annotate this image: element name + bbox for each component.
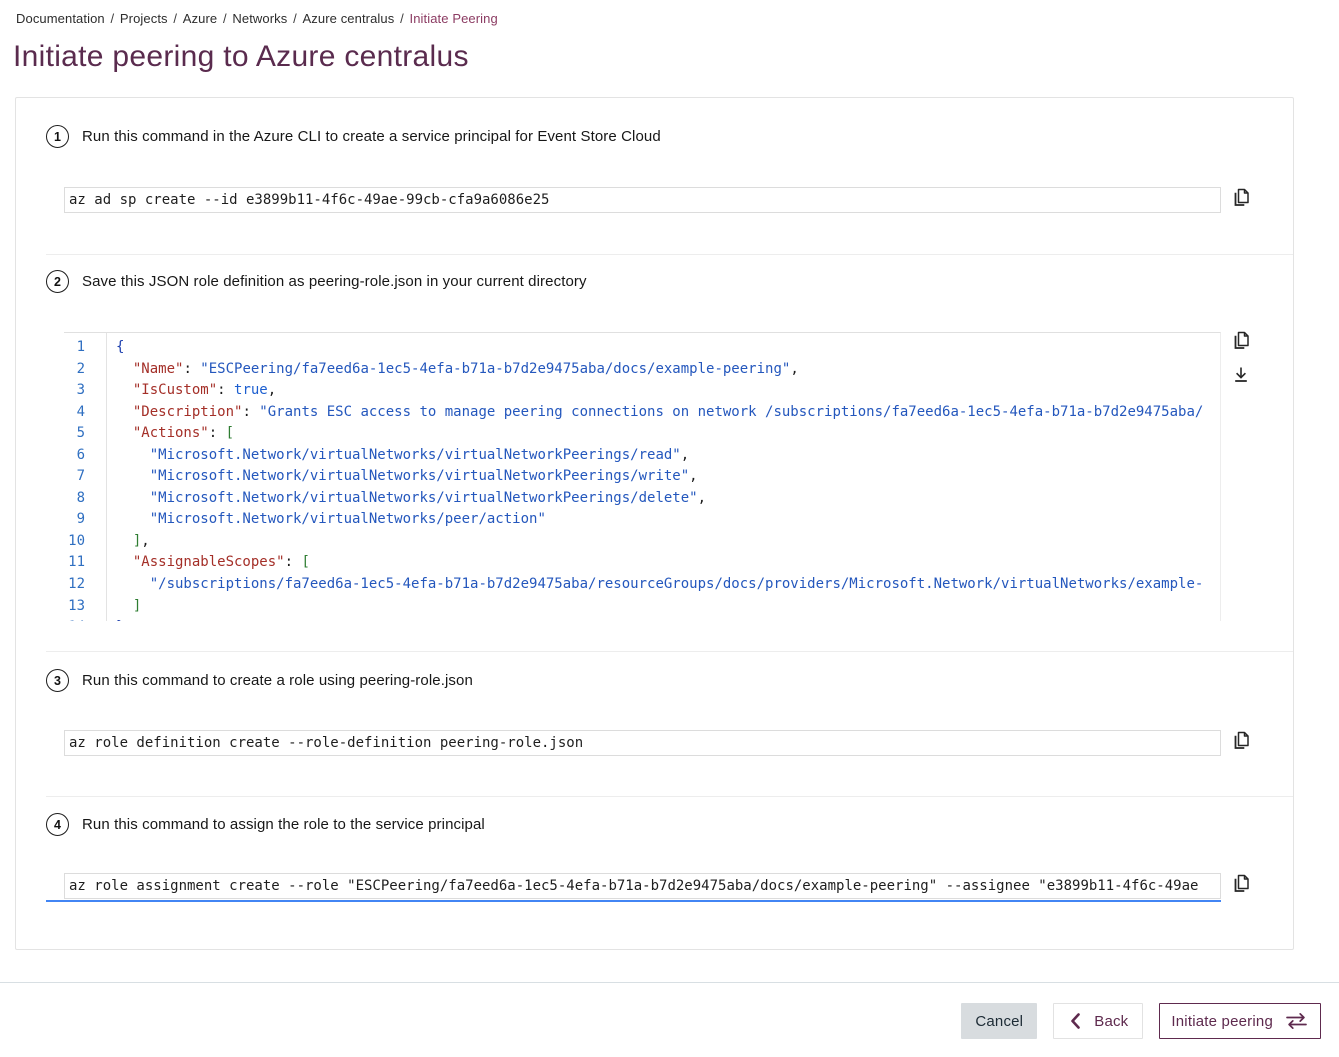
step-separator: [46, 254, 1293, 255]
step-4-command-field: [46, 873, 1221, 902]
footer-divider: [0, 982, 1339, 983]
cancel-button[interactable]: Cancel: [961, 1003, 1037, 1039]
step-4-header: 4 Run this command to assign the role to…: [46, 813, 485, 836]
step-3-instruction: Run this command to create a role using …: [82, 672, 473, 689]
initiate-peering-button-label: Initiate peering: [1171, 1013, 1273, 1030]
breadcrumb-link[interactable]: Azure: [183, 11, 217, 26]
breadcrumb-separator: /: [289, 11, 300, 26]
step-1-command-input[interactable]: [64, 187, 1221, 213]
breadcrumb-link[interactable]: Documentation: [16, 11, 105, 26]
editor-line-numbers: 1234567891011121314: [64, 333, 107, 621]
breadcrumb-current: Initiate Peering: [410, 11, 498, 26]
editor-line-number: 7: [64, 466, 106, 488]
json-role-editor[interactable]: 1234567891011121314 { "Name": "ESCPeerin…: [64, 332, 1221, 621]
editor-code-line: "Microsoft.Network/virtualNetworks/virtu…: [116, 445, 1220, 467]
editor-line-number: 12: [64, 574, 106, 596]
initiate-peering-button[interactable]: Initiate peering: [1159, 1003, 1321, 1039]
step-4-instruction: Run this command to assign the role to t…: [82, 816, 485, 833]
editor-code-line: "Name": "ESCPeering/fa7eed6a-1ec5-4efa-b…: [116, 359, 1220, 381]
editor-line-number: 3: [64, 380, 106, 402]
copy-icon: [1230, 728, 1252, 750]
step-3-command-input[interactable]: [64, 730, 1221, 756]
download-icon: [1230, 364, 1252, 386]
editor-code-line: ]: [116, 596, 1220, 618]
copy-button[interactable]: [1229, 328, 1253, 352]
step-3-header: 3 Run this command to create a role usin…: [46, 669, 473, 692]
copy-icon: [1230, 328, 1252, 350]
editor-line-number: 4: [64, 402, 106, 424]
step-4-command-input[interactable]: [64, 873, 1221, 899]
editor-line-number: 6: [64, 445, 106, 467]
copy-button[interactable]: [1229, 871, 1253, 895]
page-title: Initiate peering to Azure centralus: [13, 40, 469, 74]
back-button-label: Back: [1094, 1013, 1128, 1030]
step-2-instruction: Save this JSON role definition as peerin…: [82, 273, 587, 290]
swap-arrows-icon: [1284, 1011, 1309, 1031]
copy-button[interactable]: [1229, 185, 1253, 209]
footer-actions: Cancel Back Initiate peering: [961, 1003, 1321, 1039]
copy-button[interactable]: [1229, 728, 1253, 752]
wizard-card: 1 Run this command in the Azure CLI to c…: [15, 97, 1294, 950]
breadcrumb-separator: /: [396, 11, 407, 26]
editor-code-line: "Description": "Grants ESC access to man…: [116, 402, 1220, 424]
breadcrumb-link[interactable]: Azure centralus: [303, 11, 395, 26]
step-1-header: 1 Run this command in the Azure CLI to c…: [46, 125, 661, 148]
breadcrumb: Documentation / Projects / Azure / Netwo…: [16, 11, 498, 26]
editor-line-number: 5: [64, 423, 106, 445]
editor-line-number: 1: [64, 337, 106, 359]
chevron-left-icon: [1068, 1012, 1083, 1030]
editor-code: { "Name": "ESCPeering/fa7eed6a-1ec5-4efa…: [108, 333, 1220, 621]
editor-code-line: "AssignableScopes": [: [116, 552, 1220, 574]
copy-icon: [1230, 871, 1252, 893]
editor-code-line: "Microsoft.Network/virtualNetworks/virtu…: [116, 466, 1220, 488]
step-2-number-badge: 2: [46, 270, 69, 293]
editor-code-line: "/subscriptions/fa7eed6a-1ec5-4efa-b71a-…: [116, 574, 1220, 596]
download-button[interactable]: [1229, 364, 1253, 388]
editor-code-line: }: [116, 617, 1220, 621]
back-button[interactable]: Back: [1053, 1003, 1143, 1039]
step-4-number-badge: 4: [46, 813, 69, 836]
editor-code-line: "IsCustom": true,: [116, 380, 1220, 402]
focus-underline: [46, 900, 1221, 902]
editor-line-number: 8: [64, 488, 106, 510]
breadcrumb-separator: /: [107, 11, 118, 26]
breadcrumb-separator: /: [170, 11, 181, 26]
step-3-number-badge: 3: [46, 669, 69, 692]
editor-line-number: 13: [64, 596, 106, 618]
editor-line-number: 2: [64, 359, 106, 381]
editor-line-number: 11: [64, 552, 106, 574]
breadcrumb-link[interactable]: Projects: [120, 11, 168, 26]
step-1-instruction: Run this command in the Azure CLI to cre…: [82, 128, 661, 145]
editor-code-line: "Microsoft.Network/virtualNetworks/virtu…: [116, 488, 1220, 510]
editor-line-number: 14: [64, 617, 106, 621]
cancel-button-label: Cancel: [975, 1013, 1023, 1030]
step-1-number-badge: 1: [46, 125, 69, 148]
step-separator: [46, 796, 1293, 797]
breadcrumb-link[interactable]: Networks: [232, 11, 287, 26]
editor-code-line: ],: [116, 531, 1220, 553]
step-2-header: 2 Save this JSON role definition as peer…: [46, 270, 587, 293]
editor-line-number: 10: [64, 531, 106, 553]
editor-code-line: "Microsoft.Network/virtualNetworks/peer/…: [116, 509, 1220, 531]
editor-code-line: "Actions": [: [116, 423, 1220, 445]
copy-icon: [1230, 185, 1252, 207]
breadcrumb-separator: /: [219, 11, 230, 26]
step-separator: [46, 651, 1293, 652]
editor-line-number: 9: [64, 509, 106, 531]
editor-code-line: {: [116, 337, 1220, 359]
